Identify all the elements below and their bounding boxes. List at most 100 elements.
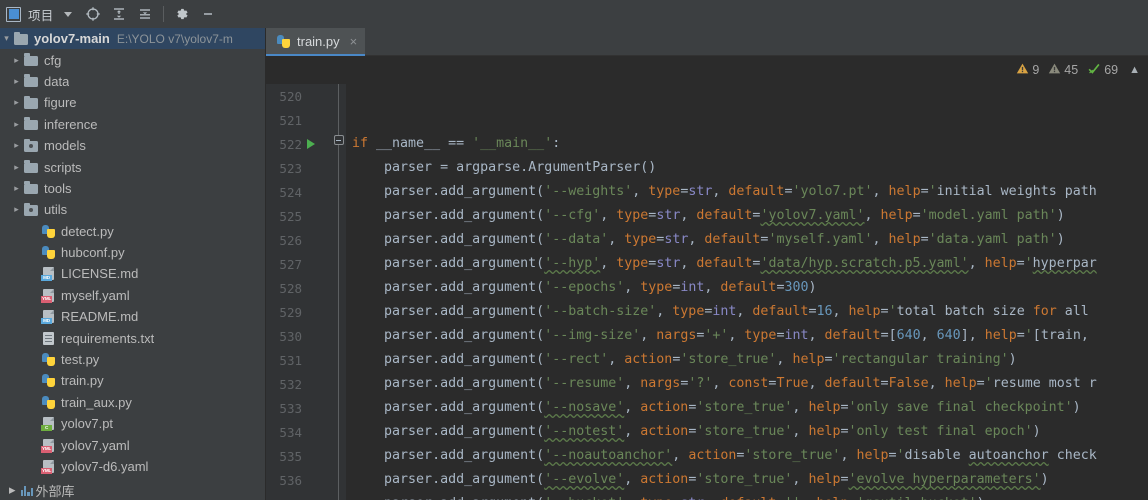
tree-row-readme-md[interactable]: MD README.md xyxy=(0,306,265,327)
tree-row-train-aux-py[interactable]: train_aux.py xyxy=(0,392,265,413)
tab-bar-empty-space xyxy=(365,28,1148,56)
inspection-ok-group[interactable]: 69 xyxy=(1087,62,1118,78)
project-tree-panel[interactable]: ▾ yolov7-main E:\YOLO v7\yolov7-m ▸ cfg ▸ d… xyxy=(0,28,266,500)
line-number-530[interactable]: 530 xyxy=(266,324,332,348)
code-line-529[interactable]: parser.add_argument('--batch-size', type… xyxy=(346,300,1148,324)
code-line-532[interactable]: parser.add_argument('--resume', nargs='?… xyxy=(346,372,1148,396)
line-number-520[interactable]: 520 xyxy=(266,84,332,108)
code-viewport[interactable]: 520 521 522 523 524 525 526 527 528 529 530 531 532 5… xyxy=(266,84,1148,500)
tree-row-utils[interactable]: ▸ utils xyxy=(0,199,265,220)
chevron-right-icon[interactable]: ▸ xyxy=(9,482,16,498)
inspection-widget[interactable]: 9 45 69 ▲ xyxy=(266,56,1148,84)
code-line-524[interactable]: parser.add_argument('--weights', type=st… xyxy=(346,180,1148,204)
code-line-528[interactable]: parser.add_argument('--epochs', type=int… xyxy=(346,276,1148,300)
project-root-label: yolov7-main xyxy=(34,31,110,47)
expand-all-icon[interactable] xyxy=(106,1,132,27)
tree-row-label: test.py xyxy=(61,352,100,368)
project-tree[interactable]: ▾ yolov7-main E:\YOLO v7\yolov7-m ▸ cfg ▸ d… xyxy=(0,28,265,477)
chevron-right-icon[interactable]: ▸ xyxy=(10,97,23,108)
tree-row-test-py[interactable]: test.py xyxy=(0,349,265,370)
line-number-537[interactable]: 537 xyxy=(266,492,332,500)
line-number-gutter[interactable]: 520 521 522 523 524 525 526 527 528 529 530 531 532 5… xyxy=(266,84,332,500)
tree-row-yolov7-pt[interactable]: Cyolov7.pt xyxy=(0,413,265,434)
collapse-all-icon[interactable] xyxy=(132,1,158,27)
line-number-525[interactable]: 525 xyxy=(266,204,332,228)
tree-row-label: hubconf.py xyxy=(61,245,125,261)
yaml-file-icon: YML xyxy=(40,437,56,453)
line-number-522[interactable]: 522 xyxy=(266,132,332,156)
code-line-522[interactable]: if __name__ == '__main__': xyxy=(346,132,1148,156)
chevron-right-icon[interactable]: ▸ xyxy=(10,76,23,87)
tree-row-cfg[interactable]: ▸ cfg xyxy=(0,49,265,70)
tree-row-license-md[interactable]: MD LICENSE.md xyxy=(0,263,265,284)
warning-count-group[interactable]: 9 xyxy=(1016,62,1039,78)
code-line-531[interactable]: parser.add_argument('--rect', action='st… xyxy=(346,348,1148,372)
tree-row-scripts[interactable]: ▸ scripts xyxy=(0,156,265,177)
run-marker-icon[interactable] xyxy=(307,132,315,156)
weak-warning-count-group[interactable]: 45 xyxy=(1048,62,1078,78)
tree-row-root[interactable]: ▾ yolov7-main E:\YOLO v7\yolov7-m xyxy=(0,28,265,50)
code-line-521[interactable] xyxy=(346,108,1148,132)
tree-row-external-libraries[interactable]: ▸ 外部库 xyxy=(0,480,265,500)
chevron-right-icon[interactable]: ▸ xyxy=(10,140,23,151)
code-line-536[interactable]: parser.add_argument('--evolve', action='… xyxy=(346,468,1148,492)
settings-gear-icon[interactable] xyxy=(169,1,195,27)
fold-guide-line xyxy=(338,84,339,500)
line-number-527[interactable]: 527 xyxy=(266,252,332,276)
code-line-534[interactable]: parser.add_argument('--notest', action='… xyxy=(346,420,1148,444)
chevron-right-icon[interactable]: ▸ xyxy=(10,183,23,194)
tree-row-hubconf-py[interactable]: hubconf.py xyxy=(0,242,265,263)
chevron-right-icon[interactable]: ▸ xyxy=(10,204,23,215)
code-line-533[interactable]: parser.add_argument('--nosave', action='… xyxy=(346,396,1148,420)
code-text[interactable]: if __name__ == '__main__': parser = argp… xyxy=(346,84,1148,500)
chevron-down-icon[interactable] xyxy=(64,11,73,17)
tree-row-label: requirements.txt xyxy=(61,330,155,346)
fold-collapse-icon[interactable] xyxy=(333,135,344,145)
chevron-right-icon[interactable]: ▸ xyxy=(10,55,23,66)
line-number-523[interactable]: 523 xyxy=(266,156,332,180)
chevron-up-icon[interactable]: ▲ xyxy=(1129,64,1140,76)
tree-row-yolov7-yaml[interactable]: YML yolov7.yaml xyxy=(0,434,265,455)
tree-row-inference[interactable]: ▸ inference xyxy=(0,114,265,135)
tree-row-tools[interactable]: ▸ tools xyxy=(0,178,265,199)
tree-row-requirements-txt[interactable]: requirements.txt xyxy=(0,327,265,348)
code-folding-column[interactable] xyxy=(332,84,346,500)
tree-row-yolov7-d6-yaml[interactable]: YML yolov7-d6.yaml xyxy=(0,456,265,477)
code-line-525[interactable]: parser.add_argument('--cfg', type=str, d… xyxy=(346,204,1148,228)
line-number-534[interactable]: 534 xyxy=(266,420,332,444)
project-tool-window-header[interactable]: 项目 xyxy=(0,0,266,28)
code-line-530[interactable]: parser.add_argument('--img-size', nargs=… xyxy=(346,324,1148,348)
code-line-526[interactable]: parser.add_argument('--data', type=str, … xyxy=(346,228,1148,252)
line-number-536[interactable]: 536 xyxy=(266,468,332,492)
tree-row-myself-yaml[interactable]: YML myself.yaml xyxy=(0,285,265,306)
tree-row-models[interactable]: ▸ models xyxy=(0,135,265,156)
code-line-527[interactable]: parser.add_argument('--hyp', type=str, d… xyxy=(346,252,1148,276)
line-number-521[interactable]: 521 xyxy=(266,108,332,132)
chevron-down-icon[interactable]: ▾ xyxy=(0,33,13,44)
code-line-535[interactable]: parser.add_argument('--noautoanchor', ac… xyxy=(346,444,1148,468)
code-line-523[interactable]: parser = argparse.ArgumentParser() xyxy=(346,156,1148,180)
line-number-532[interactable]: 532 xyxy=(266,372,332,396)
close-icon[interactable]: × xyxy=(350,35,358,48)
line-number-524[interactable]: 524 xyxy=(266,180,332,204)
chevron-right-icon[interactable]: ▸ xyxy=(10,119,23,130)
line-number-531[interactable]: 531 xyxy=(266,348,332,372)
tree-row-train-py[interactable]: train.py xyxy=(0,370,265,391)
source-folder-icon xyxy=(23,202,39,218)
code-line-520[interactable] xyxy=(346,84,1148,108)
line-number-528[interactable]: 528 xyxy=(266,276,332,300)
chevron-right-icon[interactable]: ▸ xyxy=(10,162,23,173)
line-number-533[interactable]: 533 xyxy=(266,396,332,420)
minimize-icon[interactable] xyxy=(195,1,221,27)
line-number-526[interactable]: 526 xyxy=(266,228,332,252)
tree-row-figure[interactable]: ▸ figure xyxy=(0,92,265,113)
folder-icon xyxy=(23,116,39,132)
tree-row-detect-py[interactable]: detect.py xyxy=(0,221,265,242)
tree-row-data[interactable]: ▸ data xyxy=(0,71,265,92)
weak-warning-triangle-icon xyxy=(1048,62,1061,78)
line-number-529[interactable]: 529 xyxy=(266,300,332,324)
locate-icon[interactable] xyxy=(80,1,106,27)
code-line-537[interactable]: parser.add_argument('--bucket', type=str… xyxy=(346,492,1148,500)
tab-train-py[interactable]: train.py × xyxy=(266,28,366,56)
line-number-535[interactable]: 535 xyxy=(266,444,332,468)
